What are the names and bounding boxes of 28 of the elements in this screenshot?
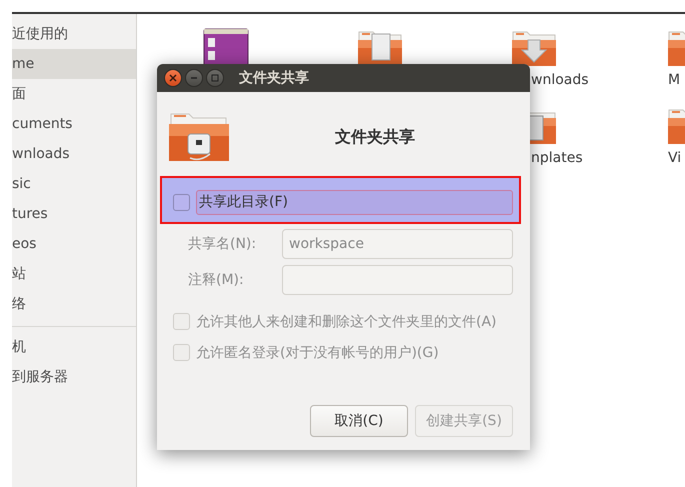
file-name: Vi <box>668 150 682 166</box>
checkbox-label: 允许匿名登录(对于没有帐号的用户)(G) <box>196 344 439 362</box>
dialog-button[interactable]: 取消(C) <box>310 405 408 437</box>
sidebar-item[interactable]: cuments <box>12 109 136 139</box>
close-icon[interactable] <box>164 69 182 87</box>
window-title: 文件夹共享 <box>239 69 309 87</box>
sidebar-item[interactable]: wnloads <box>12 139 136 169</box>
minimize-icon[interactable] <box>185 69 203 87</box>
field-label: 注释(M): <box>188 271 245 289</box>
sidebar-item[interactable]: me <box>12 49 136 79</box>
checkbox-label[interactable]: 共享此目录(F) <box>196 190 513 215</box>
sidebar-item[interactable]: 机 <box>12 332 136 362</box>
sidebar-item[interactable]: 近使用的 <box>12 19 136 49</box>
sidebar-item[interactable]: 络 <box>12 289 136 319</box>
sidebar-item[interactable]: 面 <box>12 79 136 109</box>
maximize-icon[interactable] <box>206 69 224 87</box>
dialog-heading: 文件夹共享 <box>334 126 416 148</box>
file-name: nplates <box>531 150 583 166</box>
field-label: 共享名(N): <box>188 235 258 253</box>
sidebar-item[interactable]: 站 <box>12 259 136 289</box>
file-name: wnloads <box>531 72 589 88</box>
sidebar-item[interactable]: sic <box>12 169 136 199</box>
file-name: M <box>668 72 680 88</box>
sidebar-item[interactable]: tures <box>12 199 136 229</box>
sidebar-item[interactable]: eos <box>12 229 136 259</box>
checkbox[interactable] <box>173 194 190 211</box>
sidebar-item[interactable]: 到服务器 <box>12 362 136 392</box>
checkbox-label: 允许其他人来创建和删除这个文件夹里的文件(A) <box>196 312 497 330</box>
